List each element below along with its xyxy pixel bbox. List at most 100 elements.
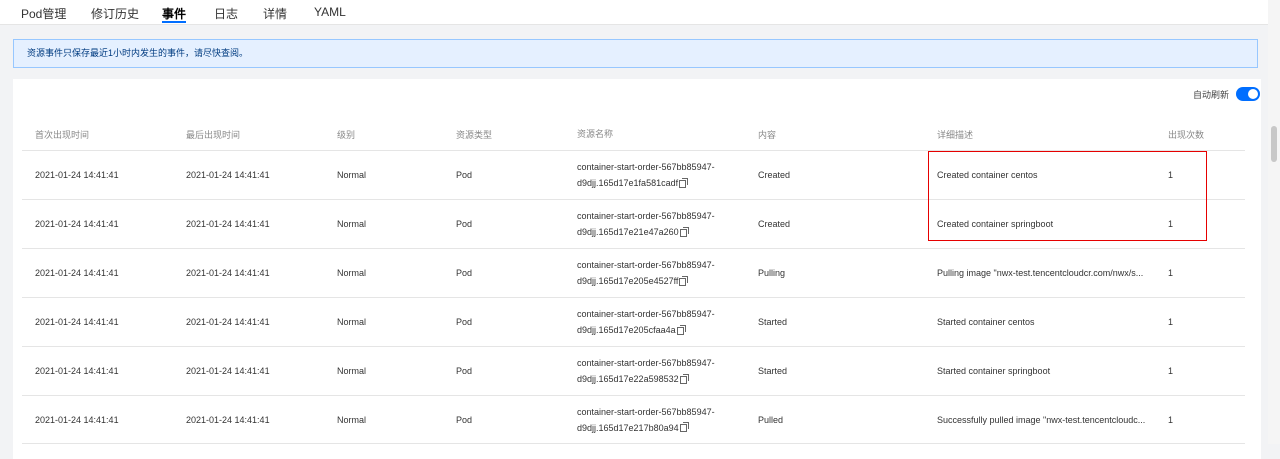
copy-icon[interactable] [679,177,689,188]
table-row: 2021-01-24 14:41:41 2021-01-24 14:41:41 … [22,249,1245,298]
header-content: 内容 [758,129,777,140]
cell-count: 1 [1168,268,1174,278]
cell-first-time: 2021-01-24 14:41:41 [35,219,119,229]
cell-level: Normal [337,219,367,229]
tab-events[interactable]: 事件 [162,5,187,23]
cell-detail: Started container springboot [937,347,1157,395]
cell-first-time: 2021-01-24 14:41:41 [35,317,119,327]
detail-text: Created container centos [937,170,1038,180]
cell-level: Normal [337,268,367,278]
header-resource-type: 资源类型 [456,129,493,140]
cell-count: 1 [1168,170,1174,180]
cell-first-time: 2021-01-24 14:41:41 [35,414,119,425]
auto-refresh-label: 自动刷新 [1192,89,1229,100]
auto-refresh-toggle[interactable] [1236,87,1260,101]
auto-refresh: 自动刷新 [1193,86,1260,102]
tab-pod-management[interactable]: Pod管理 [21,5,66,22]
resource-name-line2: d9djj.165d17e22a598532 [577,374,679,384]
copy-icon[interactable] [679,226,689,237]
toggle-knob [1248,89,1258,99]
cell-resource-name: container-start-order-567bb85947- d9djj.1… [577,396,752,443]
tab-yaml[interactable]: YAML [314,5,346,19]
cell-resource-name: container-start-order-567bb85947- d9djj.1… [577,347,752,395]
cell-resource-name: container-start-order-567bb85947- d9djj.1… [577,151,752,199]
cell-last-time: 2021-01-24 14:41:41 [186,268,270,278]
table-row: 2021-01-24 14:41:41 2021-01-24 14:41:41 … [22,347,1245,396]
tab-details[interactable]: 详情 [263,5,287,22]
events-panel: 自动刷新 首次出现时间 最后出现时间 级别 资源类型 资源名称 内容 详细描述 … [13,79,1261,459]
detail-text: Successfully pulled image "nwx-test.tenc… [937,414,1146,425]
cell-last-time: 2021-01-24 14:41:41 [186,366,270,376]
cell-detail: Created container springboot [937,200,1157,248]
cell-detail: Started container centos [937,298,1157,346]
vertical-scrollbar[interactable] [1268,0,1280,444]
cell-resource-type: Pod [456,170,473,180]
resource-name-line1: container-start-order-567bb85947- [577,162,715,172]
cell-resource-name: container-start-order-567bb85947- d9djj.1… [577,249,752,297]
cell-content: Pulled [758,414,784,425]
resource-name-line1: container-start-order-567bb85947- [577,309,715,319]
cell-count: 1 [1168,366,1174,376]
cell-count: 1 [1168,414,1174,425]
resource-name-line1: container-start-order-567bb85947- [577,260,715,270]
detail-text: Started container centos [937,317,1035,327]
copy-icon[interactable] [679,422,689,433]
detail-text: Created container springboot [937,219,1054,229]
cell-detail: Created container centos [937,151,1157,199]
cell-last-time: 2021-01-24 14:41:41 [186,170,270,180]
cell-resource-type: Pod [456,366,473,376]
cell-content: Created [758,170,791,180]
header-count: 出现次数 [1168,129,1205,140]
cell-count: 1 [1168,317,1174,327]
cell-content: Started [758,366,788,376]
info-notice: 资源事件只保存最近1小时内发生的事件，请尽快查阅。 [13,39,1258,68]
cell-content: Pulling [758,268,786,278]
cell-resource-name: container-start-order-567bb85947- d9djj.1… [577,200,752,248]
cell-level: Normal [337,414,367,425]
cell-last-time: 2021-01-24 14:41:41 [186,317,270,327]
cell-resource-type: Pod [456,317,473,327]
cell-resource-type: Pod [456,414,473,425]
cell-first-time: 2021-01-24 14:41:41 [35,366,119,376]
cell-last-time: 2021-01-24 14:41:41 [186,414,270,425]
detail-text: Started container springboot [937,366,1051,376]
cell-resource-name: container-start-order-567bb85947- d9djj.1… [577,298,752,346]
tab-logs[interactable]: 日志 [214,5,238,22]
cell-level: Normal [337,170,367,180]
resource-name-line2: d9djj.165d17e217b80a94 [577,422,679,433]
header-first-time: 首次出现时间 [35,129,90,140]
cell-first-time: 2021-01-24 14:41:41 [35,268,119,278]
resource-name-line2: d9djj.165d17e21e47a260 [577,227,679,237]
cell-content: Created [758,219,791,229]
detail-text: Pulling image "nwx-test.tencentcloudcr.c… [937,268,1144,278]
cell-resource-type: Pod [456,268,473,278]
resource-name-line2: d9djj.165d17e1fa581cadf [577,178,679,188]
cell-content: Started [758,317,788,327]
resource-name-line1: container-start-order-567bb85947- [577,358,715,368]
scrollbar-thumb[interactable] [1271,126,1277,162]
cell-detail: Pulling image "nwx-test.tencentcloudcr.c… [937,249,1157,297]
table-row: 2021-01-24 14:41:41 2021-01-24 14:41:41 … [22,151,1245,200]
copy-icon[interactable] [679,373,689,384]
cell-count: 1 [1168,219,1174,229]
header-resource-name: 资源名称 [577,129,614,139]
copy-icon[interactable] [679,275,689,286]
resource-name-line2: d9djj.165d17e205e4527ff [577,276,679,286]
table-row: 2021-01-24 14:41:41 2021-01-24 14:41:41 … [22,396,1245,444]
cell-first-time: 2021-01-24 14:41:41 [35,170,119,180]
cell-detail: Successfully pulled image "nwx-test.tenc… [937,396,1157,443]
resource-name-line1: container-start-order-567bb85947- [577,406,715,417]
header-detail: 详细描述 [937,129,974,140]
tab-revision-history[interactable]: 修订历史 [91,5,139,22]
cell-level: Normal [337,317,367,327]
copy-icon[interactable] [676,324,686,335]
resource-name-line1: container-start-order-567bb85947- [577,211,715,221]
tab-bar: Pod管理 修订历史 事件 日志 详情 YAML [0,0,1268,25]
cell-level: Normal [337,366,367,376]
cell-last-time: 2021-01-24 14:41:41 [186,219,270,229]
resource-name-line2: d9djj.165d17e205cfaa4a [577,325,676,335]
header-level: 级别 [337,129,356,140]
cell-resource-type: Pod [456,219,473,229]
header-last-time: 最后出现时间 [186,129,241,140]
table-row: 2021-01-24 14:41:41 2021-01-24 14:41:41 … [22,298,1245,347]
